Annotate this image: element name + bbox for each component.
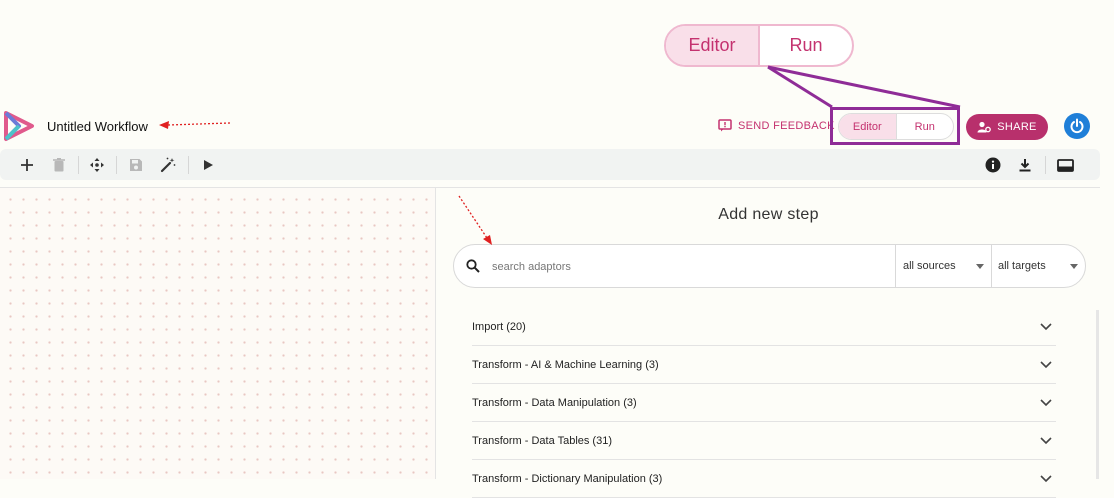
power-button[interactable] (1064, 113, 1090, 139)
share-button[interactable]: SHARE (966, 114, 1048, 140)
send-feedback-button[interactable]: SEND FEEDBACK (718, 119, 835, 132)
play-icon[interactable] (199, 156, 217, 174)
toolbar-separator (78, 156, 79, 174)
feedback-icon (718, 119, 732, 132)
chevron-down-icon (1040, 436, 1052, 444)
category-item[interactable]: Transform - Data Tables (31) (472, 422, 1056, 460)
toggle-highlight-box (830, 107, 960, 145)
caret-down-icon (976, 263, 984, 269)
zoomed-mode-toggle: Editor Run (664, 24, 854, 67)
category-label: Transform - Data Manipulation (3) (472, 396, 637, 409)
category-item[interactable]: Import (20) (472, 308, 1056, 346)
toolbar (0, 149, 1100, 180)
title-arrow (159, 121, 231, 129)
info-icon[interactable] (984, 156, 1002, 174)
caret-down-icon (1070, 263, 1078, 269)
zoomed-editor-segment: Editor (666, 26, 760, 65)
adaptor-category-list: Import (20) Transform - AI & Machine Lea… (472, 308, 1056, 498)
sources-select-value: all sources (903, 260, 956, 272)
trash-icon[interactable] (50, 156, 68, 174)
category-label: Import (20) (472, 320, 526, 333)
power-icon (1070, 118, 1084, 134)
move-icon[interactable] (88, 156, 106, 174)
toolbar-separator (1045, 156, 1046, 174)
targets-select[interactable]: all targets (991, 245, 1086, 287)
category-item[interactable]: Transform - AI & Machine Learning (3) (472, 346, 1056, 384)
toolbar-separator (116, 156, 117, 174)
toolbar-separator (188, 156, 189, 174)
user-settings-icon (977, 121, 992, 133)
plus-icon[interactable] (18, 156, 36, 174)
targets-select-value: all targets (998, 260, 1046, 272)
workflow-title[interactable]: Untitled Workflow (47, 119, 148, 134)
category-item[interactable]: Transform - Dictionary Manipulation (3) (472, 460, 1056, 498)
add-step-title: Add new step (718, 206, 819, 223)
workflow-canvas[interactable] (0, 188, 435, 479)
zoomed-run-segment: Run (789, 35, 823, 55)
panel-divider[interactable] (435, 188, 436, 479)
adaptor-search-bar: all sources all targets (453, 244, 1086, 288)
category-label: Transform - Data Tables (31) (472, 434, 612, 447)
callout-connector-lines (767, 65, 961, 109)
category-item[interactable]: Transform - Data Manipulation (3) (472, 384, 1056, 422)
save-icon[interactable] (127, 156, 145, 174)
chevron-down-icon (1040, 398, 1052, 406)
sources-select[interactable]: all sources (895, 245, 992, 287)
download-icon[interactable] (1016, 156, 1034, 174)
panel-scrollbar[interactable] (1096, 310, 1099, 479)
chevron-down-icon (1040, 360, 1052, 368)
app-logo (2, 109, 36, 143)
send-feedback-label: SEND FEEDBACK (738, 119, 835, 132)
category-label: Transform - AI & Machine Learning (3) (472, 358, 659, 371)
panel-icon[interactable] (1056, 156, 1074, 174)
adaptor-search-input[interactable] (490, 257, 844, 277)
chevron-down-icon (1040, 322, 1052, 330)
magic-wand-icon[interactable] (159, 156, 177, 174)
share-label: SHARE (997, 121, 1037, 133)
search-icon (466, 259, 480, 273)
